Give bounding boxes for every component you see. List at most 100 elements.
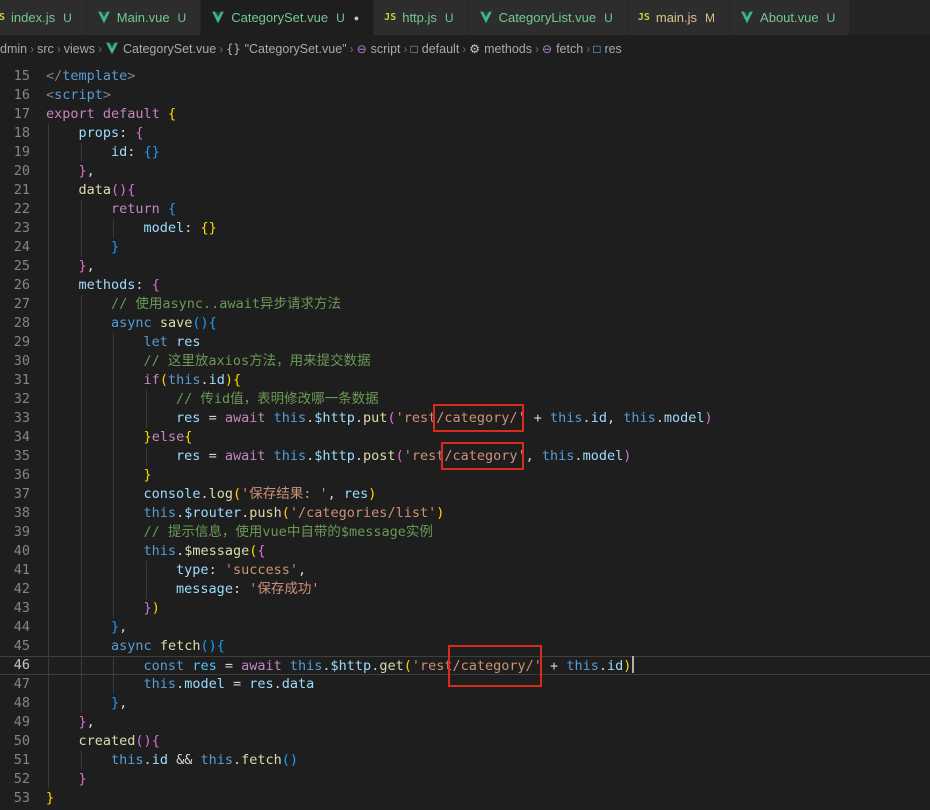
code-line[interactable]: 37 console.log('保存结果: ', res): [0, 485, 930, 504]
breadcrumb-item-script[interactable]: ⊖ script: [357, 42, 401, 56]
breadcrumb-item-categoryset.vue[interactable]: {} "CategorySet.vue": [226, 42, 346, 56]
tab-label: http.js: [402, 10, 437, 25]
code-line[interactable]: 52 }: [0, 770, 930, 789]
code-line[interactable]: 23 model: {}: [0, 219, 930, 238]
indent-guide: [145, 561, 147, 580]
code-line[interactable]: 34 }else{: [0, 428, 930, 447]
breadcrumb-item-res[interactable]: □ res: [593, 42, 622, 56]
breadcrumb-item-fetch[interactable]: ⊖ fetch: [542, 42, 583, 56]
indent-guide: [113, 352, 115, 371]
line-number: 32: [13, 391, 30, 407]
breadcrumb-label: res: [604, 41, 622, 56]
code-line[interactable]: 50 created(){: [0, 732, 930, 751]
code-line[interactable]: 22 return {: [0, 200, 930, 219]
breadcrumb-item-categoryset.vue[interactable]: CategorySet.vue: [105, 42, 216, 56]
indent-guide: [48, 542, 49, 561]
indent-guide: [48, 656, 49, 675]
code-line[interactable]: 20 },: [0, 162, 930, 181]
code-text: async fetch(){: [46, 637, 930, 656]
code-line[interactable]: 27 // 使用async..await异步请求方法: [0, 295, 930, 314]
code-line[interactable]: 49 },: [0, 713, 930, 732]
code-line[interactable]: 30 // 这里放axios方法，用来提交数据: [0, 352, 930, 371]
line-number: 47: [13, 676, 30, 692]
text-cursor: [632, 656, 635, 673]
symbol-method-icon: ⊖: [542, 41, 553, 56]
indent-guide: [80, 447, 82, 466]
line-number: 30: [13, 353, 30, 369]
code-line[interactable]: 21 data(){: [0, 181, 930, 200]
code-text: },: [46, 162, 930, 181]
tab-index.js[interactable]: JS index.js U: [0, 0, 87, 35]
code-line[interactable]: 40 this.$message({: [0, 542, 930, 561]
code-line[interactable]: 18 props: {: [0, 124, 930, 143]
breadcrumb-item-views[interactable]: views: [64, 42, 95, 56]
annotation-box: /category: [444, 448, 518, 464]
line-number: 49: [13, 714, 30, 730]
code-line[interactable]: 48 },: [0, 694, 930, 713]
line-number: 52: [13, 771, 30, 787]
code-line[interactable]: 42 message: '保存成功': [0, 580, 930, 599]
code-line[interactable]: 51 this.id && this.fetch(): [0, 751, 930, 770]
code-line[interactable]: 41 type: 'success',: [0, 561, 930, 580]
code-line[interactable]: 33 res = await this.$http.put('rest/cate…: [0, 409, 930, 428]
tab-Main.vue[interactable]: Main.vue U: [86, 0, 202, 35]
indent-guide: [48, 523, 49, 542]
code-text: },: [46, 618, 930, 637]
line-number: 45: [13, 638, 30, 654]
code-line[interactable]: 19 id: {}: [0, 143, 930, 162]
line-number: 17: [13, 106, 30, 122]
code-line[interactable]: 31 if(this.id){: [0, 371, 930, 390]
code-text: message: '保存成功': [46, 580, 930, 599]
breadcrumb-label: src: [37, 41, 54, 56]
indent-guide: [48, 333, 49, 352]
code-line[interactable]: 16 <script>: [0, 86, 930, 105]
indent-guide: [145, 409, 147, 428]
code-line[interactable]: 47 this.model = res.data: [0, 675, 930, 694]
code-line[interactable]: 45 async fetch(){: [0, 637, 930, 656]
tab-CategorySet.vue[interactable]: CategorySet.vue U ●: [201, 0, 375, 35]
code-line[interactable]: 53}: [0, 789, 930, 808]
indent-guide: [48, 637, 49, 656]
line-number: 21: [13, 182, 30, 198]
git-status-badge: U: [826, 10, 836, 25]
code-line[interactable]: 44 },: [0, 618, 930, 637]
indent-guide: [48, 181, 49, 200]
tab-main.js[interactable]: JS main.js M: [627, 0, 731, 35]
line-number: 28: [13, 315, 30, 331]
code-text: this.$router.push('/categories/list'): [46, 504, 930, 523]
code-line[interactable]: 29 let res: [0, 333, 930, 352]
code-line[interactable]: 32 // 传id值，表明修改哪一条数据: [0, 390, 930, 409]
indent-guide: [48, 219, 49, 238]
code-line[interactable]: 38 this.$router.push('/categories/list'): [0, 504, 930, 523]
code-line[interactable]: 17 export default {: [0, 105, 930, 124]
symbol-property-icon: ⚙: [469, 41, 481, 56]
tab-http.js[interactable]: JS http.js U: [374, 0, 469, 35]
tab-About.vue[interactable]: About.vue U: [730, 0, 851, 35]
indent-guide: [48, 447, 49, 466]
line-number: 23: [13, 220, 30, 236]
tab-CategoryList.vue[interactable]: CategoryList.vue U: [468, 0, 628, 35]
braces-icon: {}: [226, 41, 241, 56]
code-text: if(this.id){: [46, 371, 930, 390]
breadcrumb-item-src[interactable]: src: [37, 42, 54, 56]
breadcrumb-item-dmin[interactable]: dmin: [0, 42, 27, 56]
code-line[interactable]: 35 res = await this.$http.post('rest/cat…: [0, 447, 930, 466]
code-line[interactable]: 43 }): [0, 599, 930, 618]
code-text: type: 'success',: [46, 561, 930, 580]
breadcrumb-item-methods[interactable]: ⚙ methods: [469, 42, 532, 56]
code-line[interactable]: 24 }: [0, 238, 930, 257]
code-line[interactable]: 46 const res = await this.$http.get('res…: [0, 656, 930, 675]
breadcrumb-item-default[interactable]: □ default: [411, 42, 460, 56]
line-number: 27: [13, 296, 30, 312]
breadcrumb-label: fetch: [556, 41, 584, 56]
code-line[interactable]: 26 methods: {: [0, 276, 930, 295]
dirty-indicator[interactable]: ●: [354, 13, 359, 23]
line-number: 38: [13, 505, 30, 521]
code-line[interactable]: 15 </template>: [0, 67, 930, 86]
code-line[interactable]: 39 // 提示信息，使用vue中自带的$message实例: [0, 523, 930, 542]
code-line[interactable]: 36 }: [0, 466, 930, 485]
code-line[interactable]: 28 async save(){: [0, 314, 930, 333]
code-text: }: [46, 770, 930, 789]
breadcrumb-label: script: [370, 41, 401, 56]
code-line[interactable]: 25 },: [0, 257, 930, 276]
